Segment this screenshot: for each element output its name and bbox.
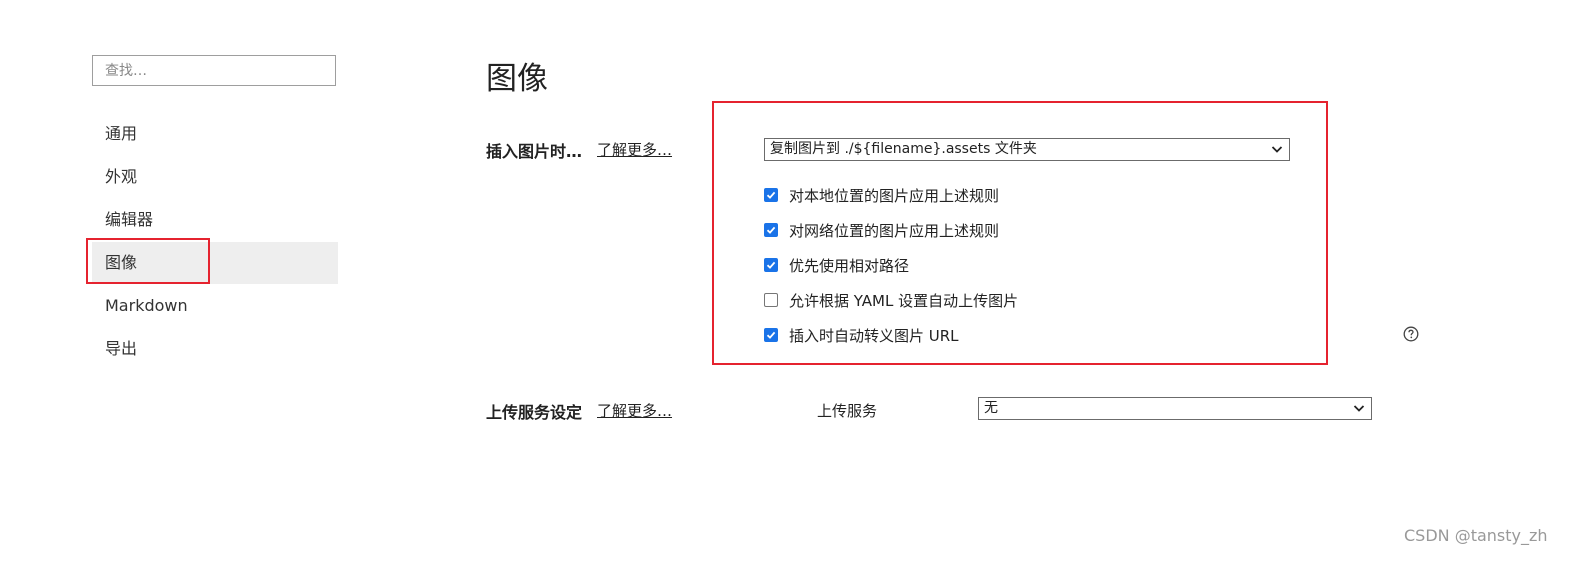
checkbox-apply-local[interactable] <box>764 188 778 202</box>
option-label: 对本地位置的图片应用上述规则 <box>789 186 1000 205</box>
option-label: 允许根据 YAML 设置自动上传图片 <box>789 291 1019 310</box>
checkbox-relative-path[interactable] <box>764 258 778 272</box>
sidebar-item-export[interactable]: 导出 <box>92 328 338 370</box>
checkmark-icon <box>766 331 776 339</box>
insert-options-list: 对本地位置的图片应用上述规则 对网络位置的图片应用上述规则 优先使用相对路径 允… <box>764 184 1018 346</box>
watermark: CSDN @tansty_zh <box>1404 526 1548 545</box>
upload-service-label: 上传服务 <box>817 402 878 420</box>
page-title: 图像 <box>486 61 548 97</box>
option-escape-url[interactable]: 插入时自动转义图片 URL <box>764 324 1018 346</box>
option-label: 插入时自动转义图片 URL <box>789 326 959 345</box>
insert-action-value: 复制图片到 ./${filename}.assets 文件夹 <box>770 141 1037 157</box>
search-input[interactable] <box>92 55 336 86</box>
upload-section-label: 上传服务设定 <box>486 403 583 422</box>
insert-section-label: 插入图片时… <box>486 142 583 161</box>
checkbox-apply-network[interactable] <box>764 223 778 237</box>
insert-action-select[interactable]: 复制图片到 ./${filename}.assets 文件夹 <box>764 138 1290 161</box>
checkmark-icon <box>766 226 776 234</box>
option-label: 对网络位置的图片应用上述规则 <box>789 221 1000 240</box>
option-apply-local[interactable]: 对本地位置的图片应用上述规则 <box>764 184 1018 206</box>
option-apply-network[interactable]: 对网络位置的图片应用上述规则 <box>764 219 1018 241</box>
option-relative-path[interactable]: 优先使用相对路径 <box>764 254 1018 276</box>
option-label: 优先使用相对路径 <box>789 256 910 275</box>
insert-learn-more-link[interactable]: 了解更多… <box>597 139 672 160</box>
checkmark-icon <box>766 191 776 199</box>
chevron-down-icon <box>1353 405 1365 412</box>
sidebar-item-editor[interactable]: 编辑器 <box>92 199 338 241</box>
checkmark-icon <box>766 261 776 269</box>
option-yaml-upload[interactable]: 允许根据 YAML 设置自动上传图片 <box>764 289 1018 311</box>
chevron-down-icon <box>1271 146 1283 153</box>
question-circle-icon[interactable] <box>1403 326 1419 342</box>
sidebar-item-general[interactable]: 通用 <box>92 113 338 155</box>
sidebar-nav: 通用 外观 编辑器 图像 Markdown 导出 <box>92 113 338 371</box>
sidebar-item-image[interactable]: 图像 <box>92 242 338 284</box>
upload-learn-more-link[interactable]: 了解更多… <box>597 400 672 421</box>
upload-service-select[interactable]: 无 <box>978 397 1372 420</box>
upload-service-value: 无 <box>984 400 998 416</box>
checkbox-escape-url[interactable] <box>764 328 778 342</box>
sidebar-item-markdown[interactable]: Markdown <box>92 285 338 327</box>
checkbox-yaml-upload[interactable] <box>764 293 778 307</box>
sidebar-item-appearance[interactable]: 外观 <box>92 156 338 198</box>
